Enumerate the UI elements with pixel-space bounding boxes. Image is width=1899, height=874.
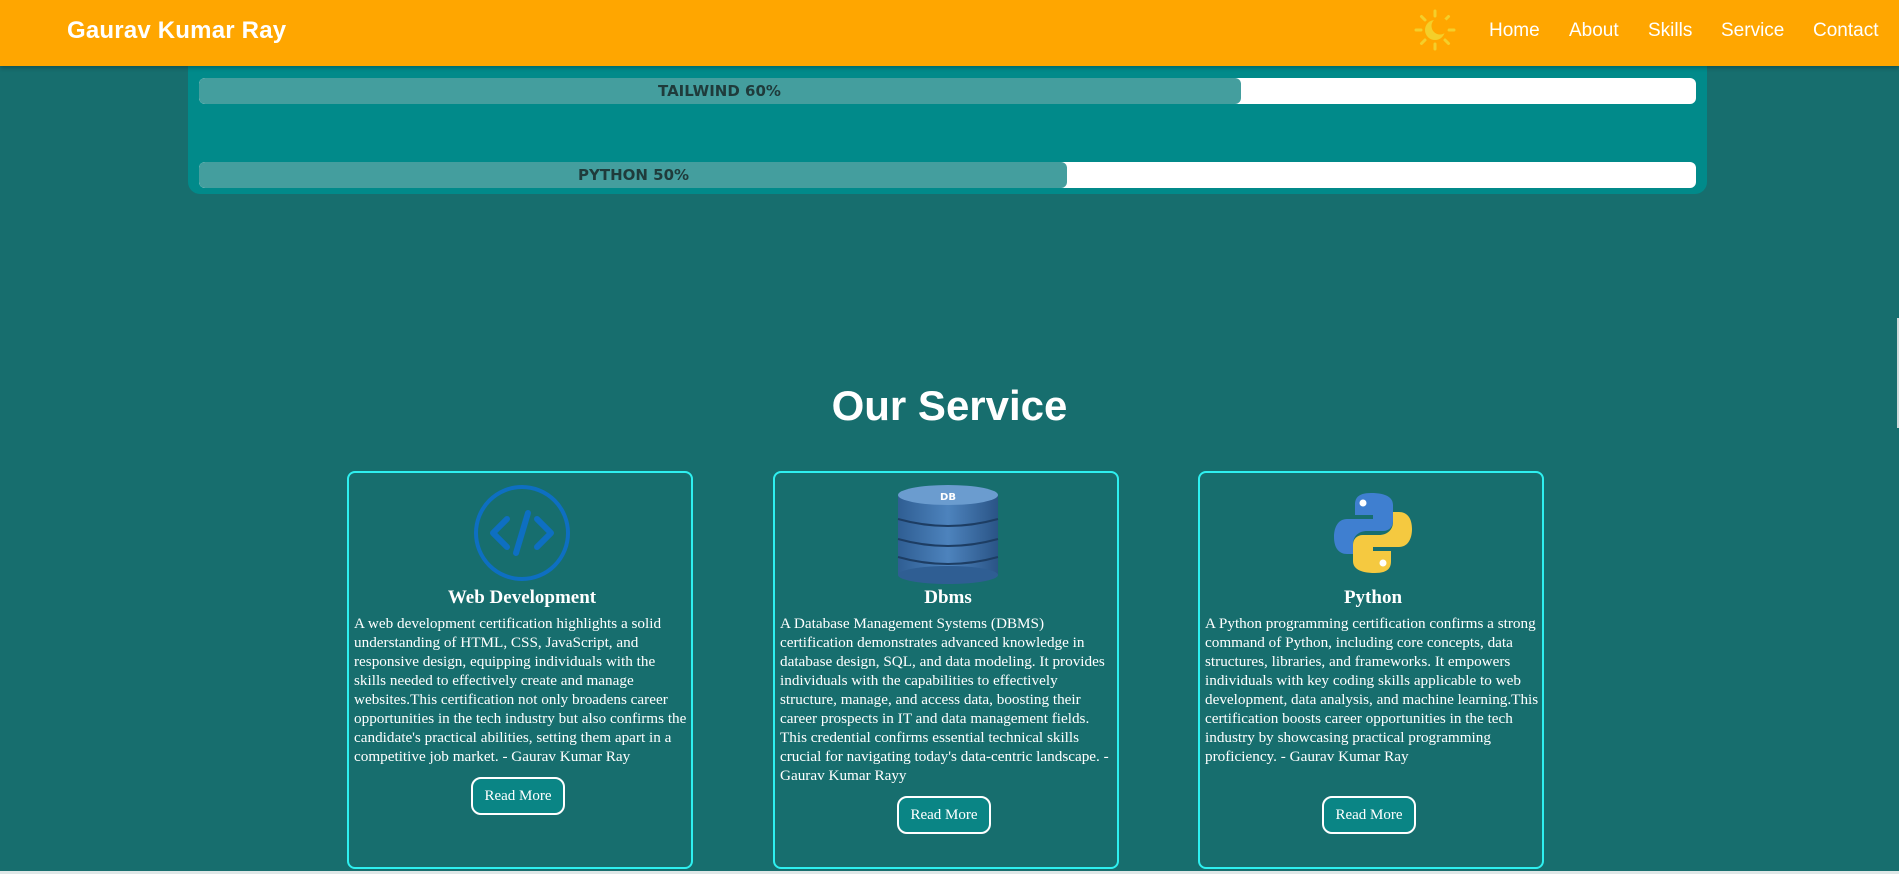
nav-contact[interactable]: Contact (1813, 20, 1878, 42)
skill-bar-python: PYTHON 50% (199, 162, 1696, 188)
nav-service[interactable]: Service (1721, 20, 1784, 42)
header-bar: Gaurav Kumar Ray Home About Skills Servi… (0, 0, 1899, 66)
card-title: Web Development (447, 587, 597, 608)
card-description: A Database Management Systems (DBMS) cer… (780, 615, 1109, 784)
card-description: A Python programming certification confi… (1205, 615, 1539, 765)
service-card-web: Web Development A web development certif… (347, 471, 693, 869)
skill-label: TAILWIND 60% (658, 82, 781, 100)
read-more-button[interactable]: Read More (471, 777, 565, 815)
skills-panel: TAILWIND 60% PYTHON 50% (188, 60, 1707, 194)
section-title: Our Service (831, 382, 1068, 429)
python-logo-icon (1200, 481, 1546, 585)
database-label: DB (940, 492, 956, 503)
main-nav: Home About Skills Service Contact (0, 20, 1899, 44)
code-icon (349, 481, 695, 585)
service-card-dbms: DB Dbms A Database Management Systems (D… (773, 471, 1119, 869)
nav-home[interactable]: Home (1489, 20, 1540, 42)
nav-skills[interactable]: Skills (1648, 20, 1692, 42)
service-card-python: Python A Python programming certificatio… (1198, 471, 1544, 869)
skill-label: PYTHON 50% (578, 166, 690, 184)
read-more-button[interactable]: Read More (1322, 796, 1416, 834)
card-description: A web development certification highligh… (354, 615, 687, 765)
database-icon: DB (775, 481, 1121, 585)
card-title: Python (1343, 587, 1403, 608)
skill-bar-tailwind: TAILWIND 60% (199, 78, 1696, 104)
nav-about[interactable]: About (1569, 20, 1619, 42)
card-title: Dbms (924, 587, 972, 608)
read-more-button[interactable]: Read More (897, 796, 991, 834)
